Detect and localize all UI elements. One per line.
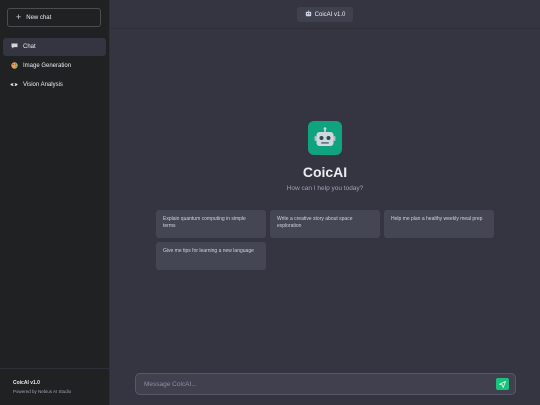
sidebar-item-chat[interactable]: Chat (3, 38, 106, 56)
palette-icon (10, 61, 18, 71)
message-input[interactable] (136, 374, 491, 394)
welcome-title: CoicAI (302, 164, 348, 180)
robot-icon (305, 10, 312, 19)
version-label: CoicAI v1.0 (314, 11, 346, 18)
sidebar-item-label: Image Generation (23, 63, 72, 69)
sidebar-nav: Chat Image Generation Vision Analysis (3, 38, 106, 95)
app-logo (308, 121, 342, 155)
send-icon (499, 380, 506, 388)
new-chat-label: New chat (26, 14, 52, 21)
sidebar-item-image-generation[interactable]: Image Generation (3, 57, 106, 75)
eye-icon (10, 82, 18, 89)
plus-icon: + (16, 12, 22, 22)
suggestion-grid: Explain quantum computing in simple term… (156, 210, 496, 270)
suggestion-card[interactable]: Give me tips for learning a new language (156, 242, 266, 270)
top-bar: CoicAI v1.0 (110, 0, 540, 29)
sidebar-item-label: Vision Analysis (23, 82, 63, 88)
sidebar-item-label: Chat (23, 44, 36, 50)
sidebar: + New chat Chat Image Generation Vision … (0, 0, 110, 405)
message-composer (135, 373, 516, 395)
send-button[interactable] (496, 378, 509, 390)
suggestion-card[interactable]: Write a creative story about space explo… (270, 210, 380, 238)
suggestion-card[interactable]: Help me plan a healthy weekly meal prep (384, 210, 494, 238)
robot-icon (314, 127, 336, 146)
main-panel: CoicAI v1.0 CoicAI How can I help you to… (110, 0, 540, 405)
footer-powered-by: Powered by Nebius AI Studio (13, 389, 72, 394)
new-chat-button[interactable]: + New chat (7, 8, 101, 27)
suggestion-card[interactable]: Explain quantum computing in simple term… (156, 210, 266, 238)
footer-app-version: CoicAI v1.0 (13, 380, 40, 386)
chat-bubble-icon (10, 43, 18, 51)
sidebar-footer: CoicAI v1.0 Powered by Nebius AI Studio (0, 368, 109, 405)
sidebar-item-vision-analysis[interactable]: Vision Analysis (3, 76, 106, 94)
welcome-subtitle: How can I help you today? (286, 185, 364, 192)
version-badge: CoicAI v1.0 (297, 7, 353, 22)
